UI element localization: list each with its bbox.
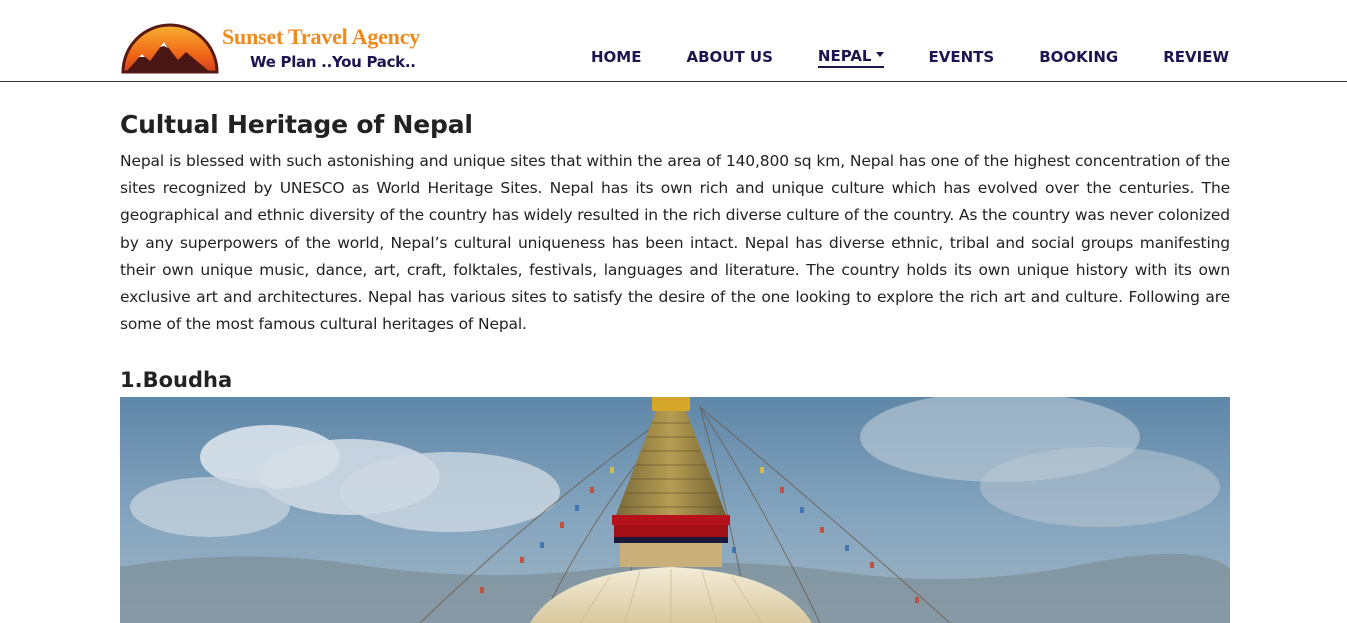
nav-nepal-label: NEPAL (817, 47, 872, 65)
nav-about-us[interactable]: ABOUT US (686, 46, 772, 68)
sunset-mountain-logo-icon (121, 23, 219, 74)
nav-home[interactable]: HOME (591, 46, 641, 68)
section-title-boudha: 1.Boudha (120, 368, 233, 393)
navbar: Sunset Travel Agency We Plan ..You Pack.… (0, 0, 1347, 82)
intro-paragraph: Nepal is blessed with such astonishing a… (120, 152, 1230, 334)
brand-tagline: We Plan ..You Pack.. (250, 53, 416, 71)
main-content: Cultual Heritage of Nepal Nepal is bless… (120, 108, 1230, 394)
brand-logo-link[interactable]: Sunset Travel Agency We Plan ..You Pack.… (120, 6, 430, 76)
nav-booking[interactable]: BOOKING (1039, 46, 1118, 68)
brand-name: Sunset Travel Agency (222, 24, 421, 49)
boudha-stupa-photo (120, 397, 1230, 623)
page-title: Cultual Heritage of Nepal (120, 110, 473, 139)
nav-review[interactable]: REVIEW (1163, 46, 1229, 68)
nav-nepal-dropdown[interactable]: NEPAL (817, 46, 884, 68)
nav-events[interactable]: EVENTS (929, 46, 995, 68)
caret-down-icon (875, 52, 884, 57)
main-nav: HOME ABOUT US NEPAL EVENTS BOOKING REVIE… (546, 46, 1229, 68)
